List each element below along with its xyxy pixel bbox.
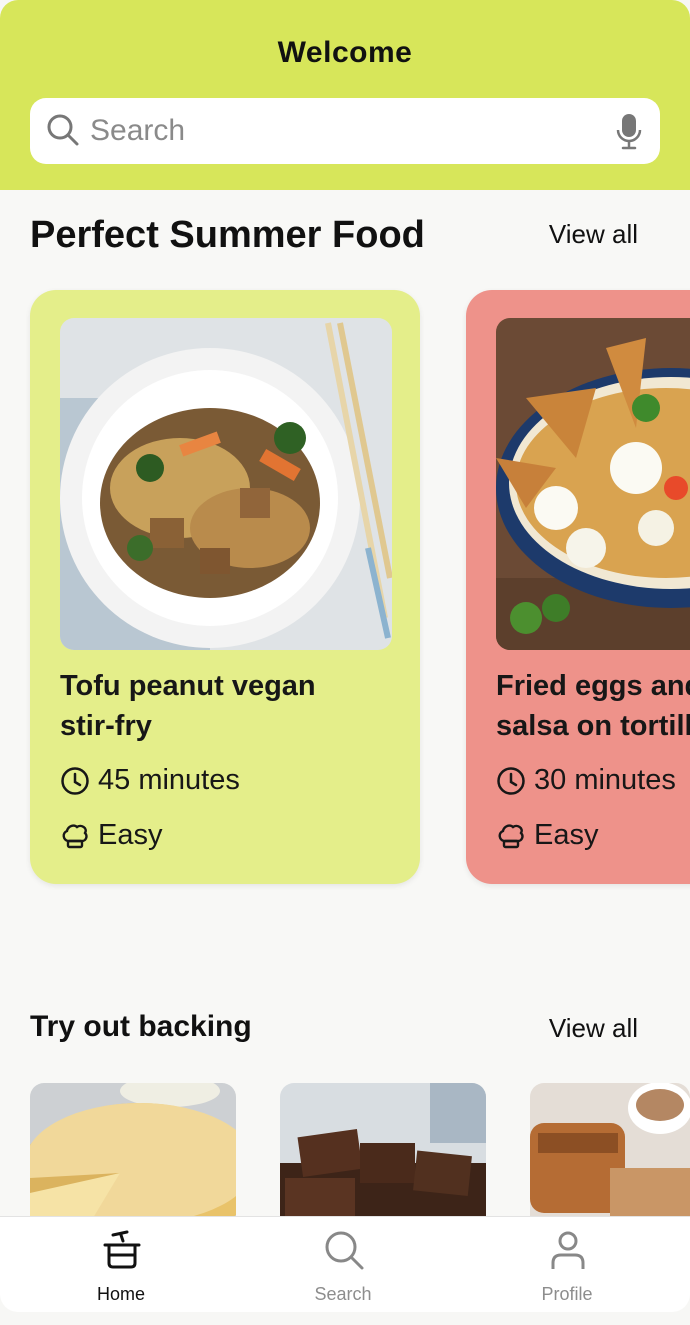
recipe-difficulty-label: Easy (98, 819, 163, 851)
recipe-card[interactable]: Tofu peanut vegan stir-fry 45 minutes Ea… (30, 290, 420, 884)
tab-search-label: Search (314, 1284, 372, 1304)
recipe-time: 30 minutes (496, 764, 676, 797)
app-screen: Welcome Perfect Summer Food View all (0, 0, 690, 1312)
recipe-card[interactable]: Fried eggs and salsa on tortilla 30 minu… (466, 290, 690, 884)
tab-search[interactable]: Search (263, 1217, 423, 1312)
chef-hat-icon (62, 823, 88, 848)
cooking-pot-icon (103, 1230, 141, 1269)
bottom-tab-bar: Home Search Profile (0, 1216, 690, 1312)
tab-home[interactable]: Home (41, 1217, 201, 1312)
search-input[interactable] (90, 110, 590, 152)
view-all-baking-link[interactable]: View all (549, 1013, 638, 1044)
baking-thumbnail[interactable] (530, 1083, 690, 1223)
chef-hat-icon (498, 823, 524, 848)
search-bar[interactable] (30, 98, 660, 164)
recipe-difficulty-label: Easy (534, 819, 599, 851)
recipe-name: Tofu peanut vegan stir-fry (60, 670, 316, 742)
section-title-featured: Perfect Summer Food (30, 214, 425, 256)
tab-profile[interactable]: Profile (487, 1217, 647, 1312)
clock-icon (497, 766, 525, 795)
baking-thumbnail[interactable] (280, 1083, 486, 1223)
person-icon (551, 1231, 585, 1269)
tab-profile-label: Profile (541, 1284, 593, 1304)
section-title-baking: Try out backing (30, 1010, 252, 1043)
recipe-difficulty: Easy (496, 819, 598, 852)
page-title: Welcome (277, 36, 413, 69)
recipe-time: 45 minutes (60, 764, 240, 797)
view-all-featured-link[interactable]: View all (549, 219, 638, 250)
recipe-name: Fried eggs and salsa on tortilla (496, 670, 690, 742)
search-icon (47, 114, 79, 146)
recipe-time-label: 45 minutes (98, 764, 240, 796)
baking-thumbnail[interactable] (30, 1083, 236, 1223)
tab-home-label: Home (96, 1284, 145, 1304)
search-icon (325, 1231, 364, 1270)
recipe-time-label: 30 minutes (534, 764, 676, 796)
recipe-photo (60, 318, 392, 650)
microphone-icon[interactable] (614, 111, 644, 151)
recipe-photo (496, 318, 690, 650)
header: Welcome (0, 0, 690, 190)
recipe-difficulty: Easy (60, 819, 162, 852)
clock-icon (61, 766, 89, 795)
